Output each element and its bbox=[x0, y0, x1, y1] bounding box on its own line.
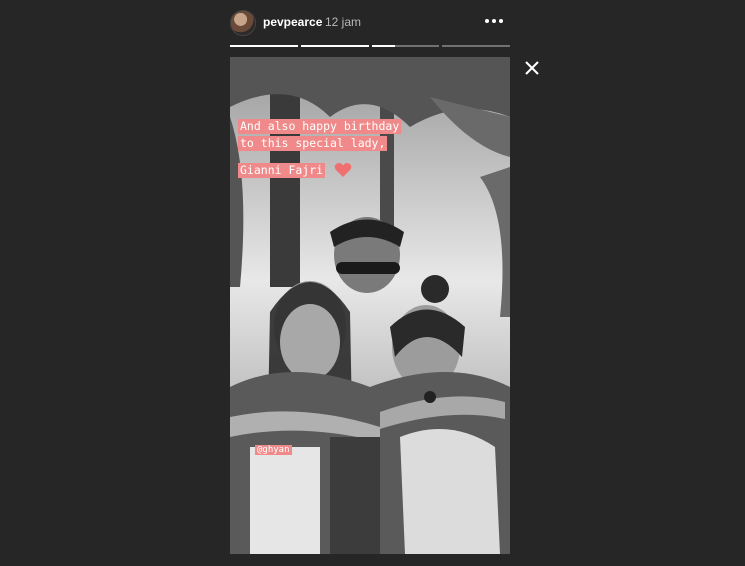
story-media[interactable]: And also happy birthday to this special … bbox=[230, 57, 510, 554]
close-button[interactable] bbox=[522, 58, 542, 78]
caption-line: And also happy birthday bbox=[238, 119, 402, 134]
story-progress bbox=[230, 45, 510, 47]
progress-segment bbox=[442, 45, 510, 47]
story-header: pevpearce 12 jam bbox=[230, 8, 510, 36]
progress-fill bbox=[300, 45, 369, 47]
more-options-button[interactable] bbox=[483, 12, 505, 30]
heart-icon bbox=[334, 163, 352, 177]
more-horizontal-icon bbox=[485, 19, 503, 23]
progress-fill bbox=[371, 45, 396, 47]
progress-segment bbox=[230, 45, 298, 47]
mention-tag[interactable]: @ghyan bbox=[255, 445, 292, 455]
progress-segment bbox=[300, 45, 369, 47]
timestamp: 12 jam bbox=[325, 15, 362, 29]
story-caption: And also happy birthday to this special … bbox=[238, 119, 402, 180]
close-icon bbox=[525, 61, 539, 75]
progress-fill bbox=[230, 45, 298, 47]
progress-segment bbox=[371, 45, 440, 47]
caption-name: Gianni Fajri bbox=[238, 162, 326, 178]
caption-line: to this special lady, bbox=[238, 136, 388, 151]
username[interactable]: pevpearce bbox=[263, 15, 322, 29]
avatar[interactable] bbox=[230, 10, 256, 36]
